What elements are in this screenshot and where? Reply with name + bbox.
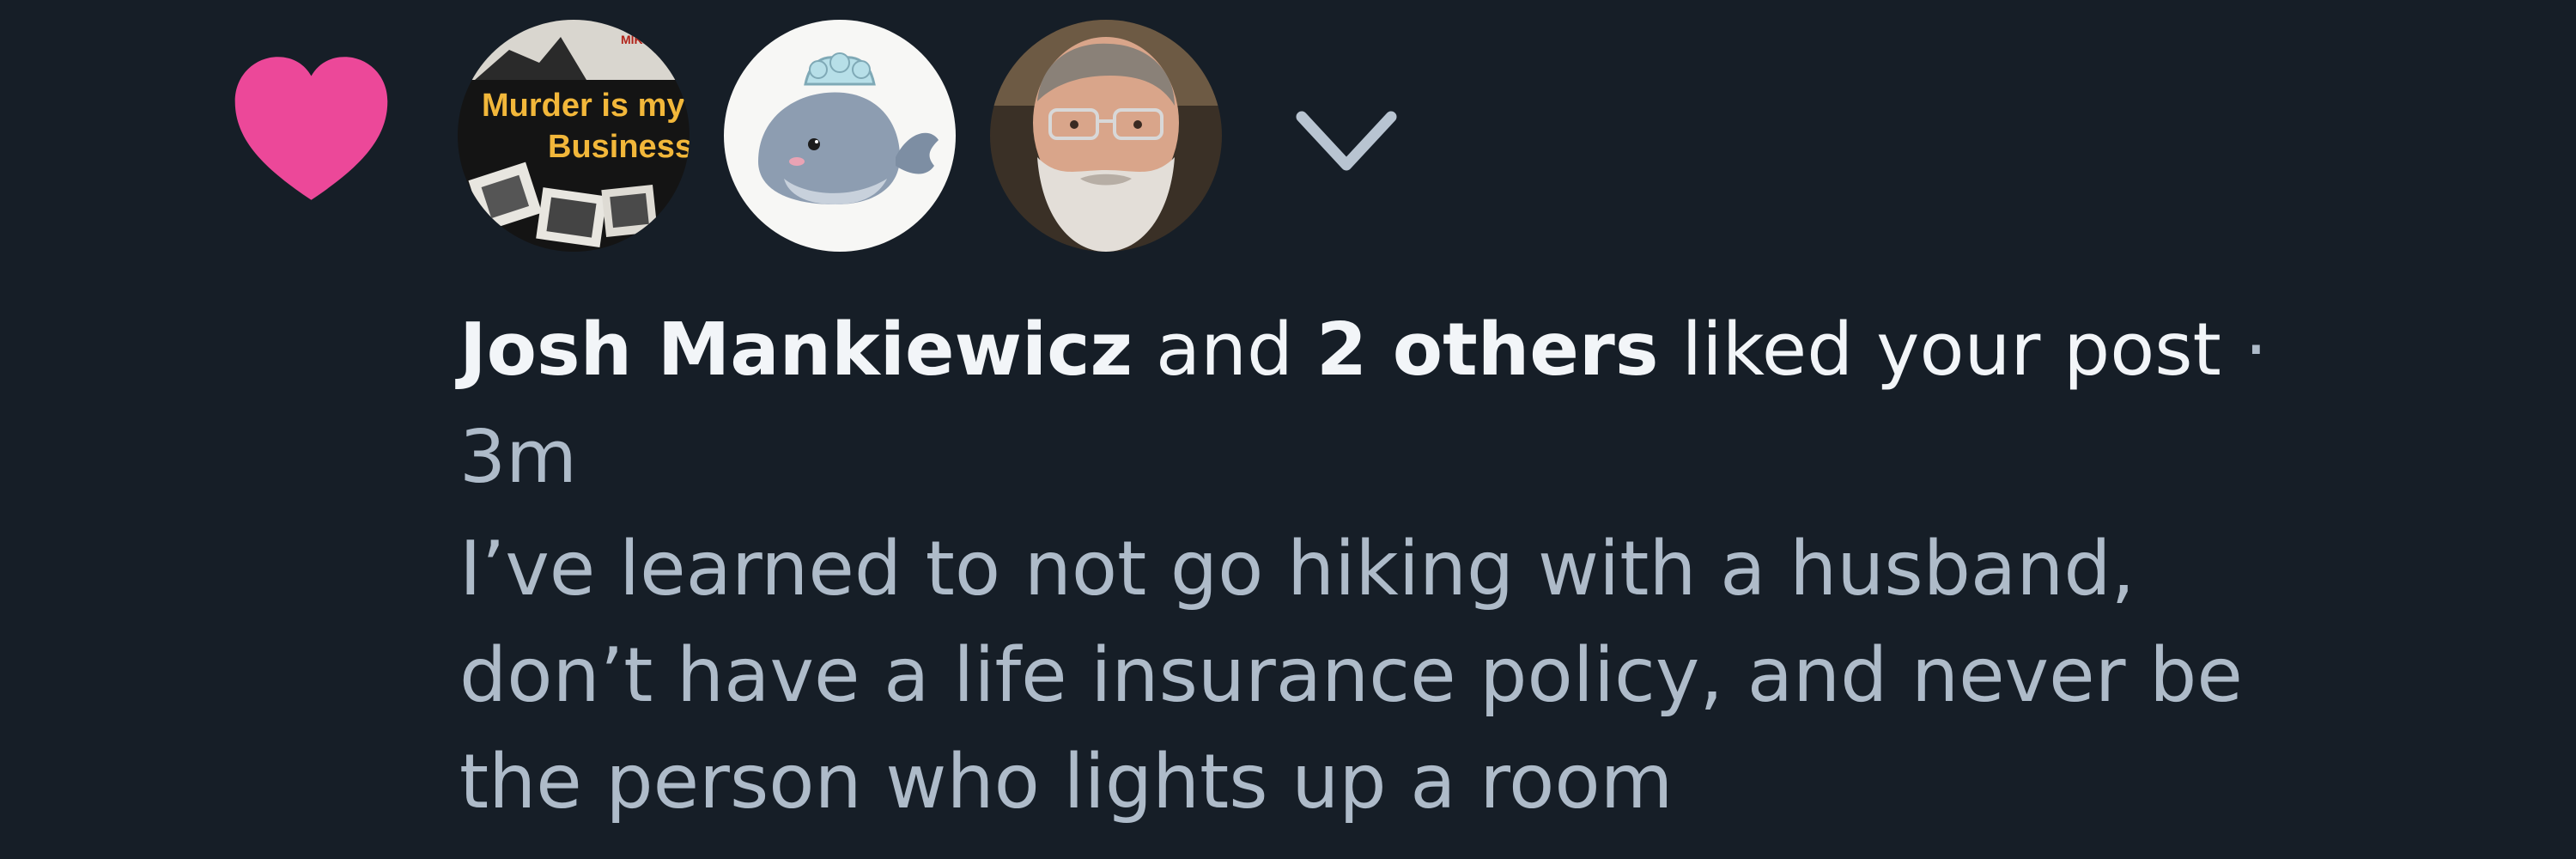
avatar[interactable]	[724, 20, 956, 252]
cover-top-text: MIKE SHAYNE MYSTERY	[621, 33, 690, 46]
post-text[interactable]: I’ve learned to not go hiking with a hus…	[459, 515, 2520, 835]
action-text: liked your post	[1681, 308, 2221, 393]
others-count[interactable]: 2 others	[1316, 308, 1658, 393]
notification-content: Josh Mankiewicz and 2 others liked your …	[459, 296, 2520, 835]
chevron-down-icon[interactable]	[1295, 110, 1398, 174]
separator-dot: ·	[2244, 308, 2268, 393]
avatar[interactable]	[990, 20, 1222, 252]
like-notification[interactable]: MIKE SHAYNE MYSTERY Murder is my Busines…	[0, 0, 2576, 859]
timestamp: 3m	[459, 415, 577, 500]
actor-name[interactable]: Josh Mankiewicz	[459, 308, 1133, 393]
whale-image	[724, 20, 956, 252]
avatar[interactable]: MIKE SHAYNE MYSTERY Murder is my Busines…	[458, 20, 690, 252]
man-photo-image	[990, 20, 1222, 252]
heart-icon	[234, 57, 388, 200]
joiner-text: and	[1156, 308, 1293, 393]
cover-title-line1: Murder is my	[482, 88, 685, 124]
book-cover-image: MIKE SHAYNE MYSTERY Murder is my Busines…	[458, 20, 690, 252]
notification-summary: Josh Mankiewicz and 2 others liked your …	[459, 296, 2520, 511]
cover-title-line2: Business	[548, 129, 690, 165]
